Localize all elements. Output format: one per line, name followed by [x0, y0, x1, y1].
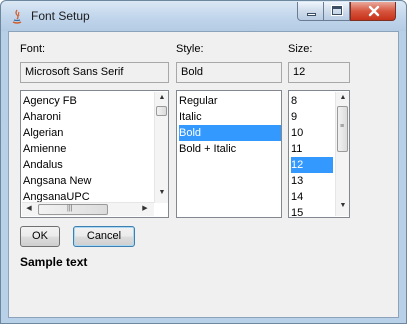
style-field[interactable]: Bold: [176, 62, 282, 83]
font-list-item[interactable]: Aharoni: [23, 109, 151, 125]
scroll-down-icon[interactable]: ▼: [155, 189, 169, 196]
size-list-item[interactable]: 13: [291, 173, 333, 189]
scroll-right-icon[interactable]: ▶: [138, 204, 152, 212]
size-list-item[interactable]: 10: [291, 125, 333, 141]
dialog-content: Font: Microsoft Sans Serif Agency FB Ahar…: [8, 31, 399, 318]
font-label: Font:: [20, 43, 46, 55]
hscroll-thumb[interactable]: |||: [38, 204, 108, 215]
style-label: Style:: [176, 43, 204, 55]
font-list-item[interactable]: Amienne: [23, 141, 151, 157]
size-list-item[interactable]: 15: [291, 205, 333, 221]
size-list-item[interactable]: 12: [291, 157, 333, 173]
size-list-item[interactable]: 8: [291, 93, 333, 109]
grip-icon: |||: [67, 205, 73, 212]
grip-icon: ≡: [340, 123, 345, 130]
font-setup-window: Font Setup Font: Microsoft Sans Serif Ag…: [0, 0, 407, 324]
size-field[interactable]: 12: [288, 62, 350, 83]
style-list-item[interactable]: Bold + Italic: [179, 141, 281, 157]
java-icon: [12, 9, 22, 24]
style-list-item[interactable]: Italic: [179, 109, 281, 125]
scroll-down-icon[interactable]: ▼: [336, 202, 350, 209]
style-list-item[interactable]: Bold: [179, 125, 281, 141]
close-button[interactable]: [350, 2, 396, 21]
font-list-item[interactable]: Andalus: [23, 157, 151, 173]
font-field[interactable]: Microsoft Sans Serif: [20, 62, 169, 83]
cancel-button[interactable]: Cancel: [73, 226, 135, 247]
minimize-icon: [307, 13, 316, 16]
font-list-hscrollbar[interactable]: ◀ ||| ▶: [22, 202, 154, 216]
scroll-thumb[interactable]: [156, 106, 167, 116]
window-title: Font Setup: [31, 9, 90, 23]
size-list[interactable]: 8 9 10 11 12 13 14 15 ▲ ≡ ▼: [288, 90, 350, 221]
size-label: Size:: [288, 43, 313, 55]
size-list-item[interactable]: 11: [291, 141, 333, 157]
size-list-item[interactable]: 14: [291, 189, 333, 205]
scroll-up-icon[interactable]: ▲: [336, 94, 350, 101]
size-list-vscrollbar[interactable]: ▲ ≡ ▼: [335, 92, 349, 216]
scroll-left-icon[interactable]: ◀: [22, 204, 36, 212]
font-list-item[interactable]: Agency FB: [23, 93, 151, 109]
font-list-item[interactable]: Algerian: [23, 125, 151, 141]
scroll-thumb[interactable]: ≡: [337, 106, 348, 152]
close-icon: [368, 5, 380, 17]
font-list-vscrollbar[interactable]: ▲ ▼: [154, 92, 168, 203]
maximize-button[interactable]: [324, 2, 350, 21]
style-list-item[interactable]: Regular: [179, 93, 281, 109]
scroll-up-icon[interactable]: ▲: [155, 94, 169, 101]
font-list-item[interactable]: Angsana New: [23, 173, 151, 189]
style-list[interactable]: Regular Italic Bold Bold + Italic: [176, 90, 282, 218]
sample-text-preview: Sample text: [20, 255, 88, 269]
title-bar[interactable]: Font Setup: [1, 1, 406, 31]
minimize-button[interactable]: [297, 2, 324, 21]
size-list-item[interactable]: 9: [291, 109, 333, 125]
ok-button[interactable]: OK: [20, 226, 60, 247]
maximize-icon: [331, 5, 343, 16]
font-list[interactable]: Agency FB Aharoni Algerian Amienne Andalus An…: [20, 90, 169, 218]
